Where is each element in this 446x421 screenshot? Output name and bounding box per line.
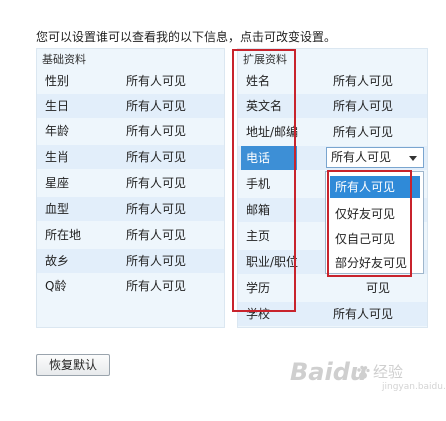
row-label: 所在地 — [45, 228, 82, 242]
option-friends-only[interactable]: 仅好友可见 — [330, 203, 420, 225]
row-label: 生肖 — [45, 150, 70, 164]
basic-row-q-age[interactable]: Q龄 所有人可见 — [37, 274, 224, 298]
row-value[interactable]: 所有人可见 — [126, 171, 186, 195]
caret-down-icon[interactable] — [409, 156, 417, 161]
watermark-url: jingyan.baidu.com — [382, 382, 446, 392]
row-label: 学校 — [246, 307, 271, 321]
extended-row-english-name[interactable]: 英文名 所有人可见 — [238, 94, 427, 118]
row-label: 手机 — [246, 177, 271, 191]
paw-icon — [357, 365, 370, 379]
visibility-dropdown-list: 所有人可见 仅好友可见 仅自己可见 部分好友可见 — [325, 171, 424, 274]
extended-row-school[interactable]: 学校 所有人可见 — [238, 302, 427, 326]
extended-row-address[interactable]: 地址/邮编 所有人可见 — [238, 120, 427, 144]
select-value: 所有人可见 — [331, 150, 392, 164]
extended-row-education[interactable]: 学历 可见 — [238, 276, 427, 300]
row-label: 故乡 — [45, 254, 70, 268]
option-everyone[interactable]: 所有人可见 — [330, 176, 420, 198]
option-self-only[interactable]: 仅自己可见 — [330, 228, 420, 250]
row-value[interactable]: 所有人可见 — [126, 119, 186, 143]
row-value[interactable]: 所有人可见 — [126, 94, 186, 118]
row-label: 职业/职位 — [246, 255, 299, 269]
option-some-friends[interactable]: 部分好友可见 — [330, 252, 420, 274]
basic-row-birthday[interactable]: 生日 所有人可见 — [37, 94, 224, 118]
row-value[interactable]: 可见 — [366, 276, 390, 300]
basic-row-hometown[interactable]: 故乡 所有人可见 — [37, 249, 224, 273]
basic-row-gender[interactable]: 性别 所有人可见 — [37, 69, 224, 93]
row-value[interactable]: 所有人可见 — [333, 120, 393, 144]
row-label: 地址/邮编 — [246, 125, 299, 139]
extended-info-title: 扩展资料 — [243, 53, 287, 66]
row-value[interactable]: 所有人可见 — [126, 69, 186, 93]
extended-row-name[interactable]: 姓名 所有人可见 — [238, 69, 427, 93]
watermark-tag: 经验 — [373, 363, 404, 381]
baidu-watermark: Baidu 经验 jingyan.baidu.com — [290, 358, 446, 392]
row-label: 英文名 — [246, 99, 283, 113]
row-label: 邮箱 — [246, 203, 271, 217]
row-value[interactable]: 所有人可见 — [126, 274, 186, 298]
extended-row-phone[interactable]: 电话 所有人可见 — [238, 146, 427, 170]
row-value[interactable]: 所有人可见 — [333, 94, 393, 118]
row-label: 主页 — [246, 229, 271, 243]
row-label: 生日 — [45, 99, 70, 113]
privacy-instruction: 您可以设置谁可以查看我的以下信息，点击可改变设置。 — [36, 30, 337, 44]
basic-row-constellation[interactable]: 星座 所有人可见 — [37, 171, 224, 195]
row-value[interactable]: 所有人可见 — [126, 249, 186, 273]
row-label: 学历 — [246, 281, 271, 295]
visibility-select[interactable]: 所有人可见 — [326, 147, 424, 168]
basic-row-location[interactable]: 所在地 所有人可见 — [37, 223, 224, 247]
row-label: 性别 — [45, 74, 70, 88]
row-value[interactable]: 所有人可见 — [126, 223, 186, 247]
row-label: Q龄 — [45, 279, 67, 293]
basic-row-zodiac-animal[interactable]: 生肖 所有人可见 — [37, 145, 224, 169]
basic-info-panel: 基础资料 性别 所有人可见 生日 所有人可见 年龄 所有人可见 生肖 所有人可见… — [36, 48, 225, 328]
row-label: 血型 — [45, 202, 70, 216]
row-value[interactable]: 所有人可见 — [126, 145, 186, 169]
restore-default-button[interactable]: 恢复默认 — [36, 354, 110, 376]
row-label: 年龄 — [45, 124, 70, 138]
basic-row-age[interactable]: 年龄 所有人可见 — [37, 119, 224, 143]
row-value[interactable]: 所有人可见 — [333, 69, 393, 93]
row-label: 电话 — [241, 146, 297, 170]
basic-row-blood-type[interactable]: 血型 所有人可见 — [37, 197, 224, 221]
basic-info-title: 基础资料 — [42, 53, 86, 66]
row-label: 姓名 — [246, 74, 271, 88]
row-value[interactable]: 所有人可见 — [126, 197, 186, 221]
row-value[interactable]: 所有人可见 — [333, 302, 393, 326]
row-label: 星座 — [45, 176, 70, 190]
